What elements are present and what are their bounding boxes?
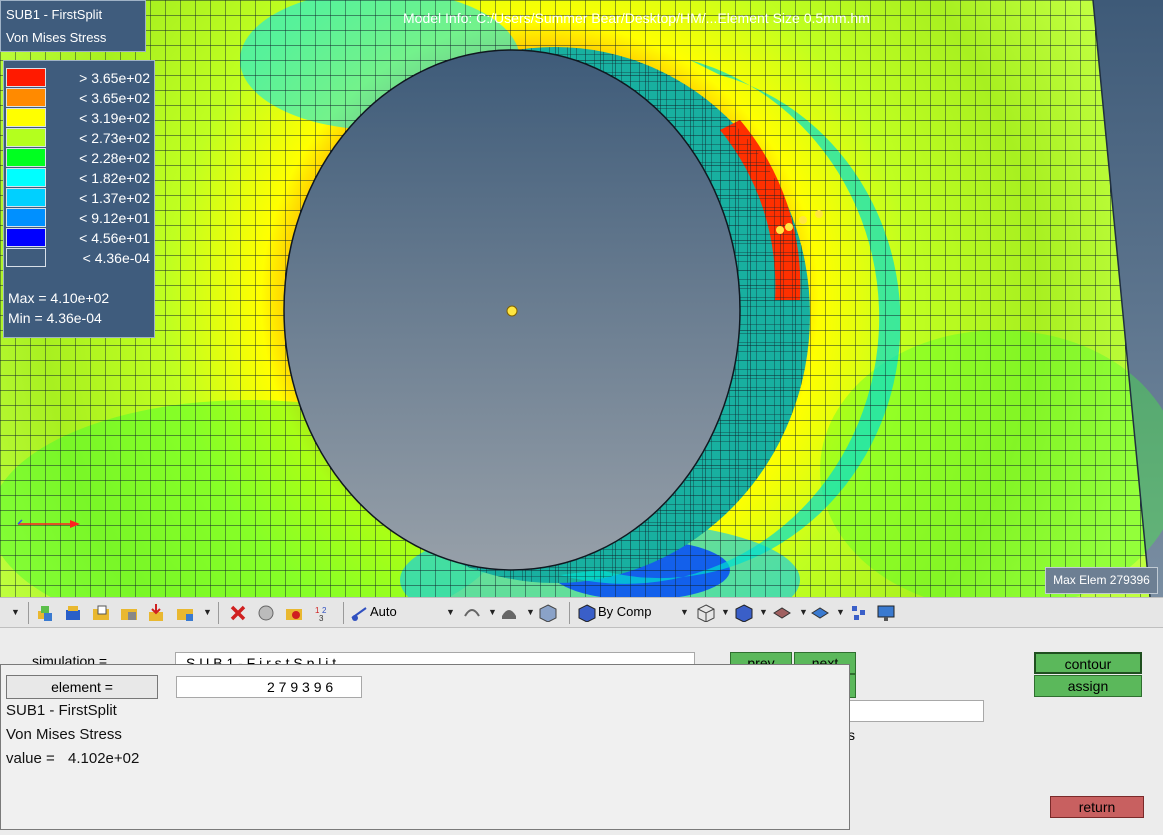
element-button[interactable]: element = (6, 675, 158, 699)
legend-label: < 4.56e+01 (79, 230, 150, 246)
chevron-down-icon[interactable]: ▼ (526, 607, 535, 617)
legend-entry: < 9.12e+01 (6, 208, 152, 228)
shapes-icon[interactable] (257, 604, 275, 622)
element-info-popup: element = 2 7 9 3 9 6 SUB1 - FirstSplit … (0, 664, 850, 830)
legend-swatch (6, 208, 46, 227)
legend-swatch (6, 148, 46, 167)
components-icon[interactable] (36, 604, 54, 622)
popup-subcase: SUB1 - FirstSplit (6, 702, 117, 719)
organize-icon[interactable] (176, 604, 194, 622)
renumber-icon[interactable]: 1 23 (313, 604, 331, 622)
chevron-down-icon[interactable]: ▼ (721, 607, 730, 617)
legend-swatch (6, 248, 46, 267)
contour-legend: > 3.65e+02 < 3.65e+02 < 3.19e+02 < 2.73e+02… (3, 60, 155, 338)
element-plane-icon[interactable] (773, 604, 791, 622)
clear-icon[interactable] (285, 604, 303, 622)
legend-entry: < 2.73e+02 (6, 128, 152, 148)
chevron-down-icon[interactable]: ▼ (203, 607, 212, 617)
legend-swatch (6, 168, 46, 187)
popup-value: 4.102e+02 (68, 750, 140, 767)
shaded-icon[interactable] (500, 604, 518, 622)
legend-min: Min = 4.36e-04 (8, 310, 102, 326)
chevron-down-icon[interactable]: ▼ (11, 607, 20, 617)
legend-max: Max = 4.10e+02 (8, 290, 110, 306)
surface-plane-icon[interactable] (811, 604, 829, 622)
legend-swatch (6, 128, 46, 147)
legend-label: < 4.36e-04 (82, 250, 150, 266)
legend-label: < 3.65e+02 (79, 90, 150, 106)
legend-swatch (6, 88, 46, 107)
monitor-icon[interactable] (877, 604, 895, 622)
element-id-field[interactable]: 2 7 9 3 9 6 (176, 676, 362, 698)
legend-label: < 2.73e+02 (79, 130, 150, 146)
legend-swatch (6, 188, 46, 207)
legend-label: < 1.82e+02 (79, 170, 150, 186)
return-button[interactable]: return (1050, 796, 1144, 818)
mask-icon[interactable] (120, 604, 138, 622)
legend-label: > 3.65e+02 (79, 70, 150, 86)
shaded-elements-icon[interactable] (735, 604, 753, 622)
wireframe-icon[interactable] (697, 604, 715, 622)
header-subcase: SUB1 - FirstSplit (6, 7, 103, 22)
legend-entry: < 4.36e-04 (6, 248, 152, 268)
import-icon[interactable] (148, 604, 166, 622)
svg-text:3: 3 (319, 614, 324, 622)
visual-options-icon[interactable] (463, 604, 481, 622)
max-element-label: Max Elem 279396 (1045, 567, 1158, 594)
legend-entry: < 1.37e+02 (6, 188, 152, 208)
distribute-icon[interactable] (850, 604, 868, 622)
chevron-down-icon[interactable]: ▼ (759, 607, 768, 617)
delete-icon[interactable] (229, 604, 247, 622)
chevron-down-icon[interactable]: ▼ (836, 607, 845, 617)
legend-entry: < 2.28e+02 (6, 148, 152, 168)
result-header-box: SUB1 - FirstSplit Von Mises Stress (0, 0, 146, 52)
chevron-down-icon[interactable]: ▼ (446, 607, 455, 617)
legend-entry: < 1.82e+02 (6, 168, 152, 188)
legend-label: < 3.19e+02 (79, 110, 150, 126)
header-result-type: Von Mises Stress (6, 30, 107, 45)
legend-swatch (6, 68, 46, 87)
model-info: Model Info: C:/Users/Summer Bear/Desktop… (403, 10, 870, 26)
popup-result-type: Von Mises Stress (6, 726, 122, 743)
chevron-down-icon[interactable]: ▼ (680, 607, 689, 617)
popup-value-label: value = (6, 750, 55, 767)
display-mode-select[interactable]: Auto (348, 602, 458, 623)
assign-button[interactable]: assign (1034, 675, 1142, 697)
legend-swatch (6, 108, 46, 127)
legend-label: < 2.28e+02 (79, 150, 150, 166)
legend-entry: < 3.65e+02 (6, 88, 152, 108)
legend-swatch (6, 228, 46, 247)
chevron-down-icon[interactable]: ▼ (488, 607, 497, 617)
fe-mesh-contour-plot (0, 0, 1163, 597)
partial-field[interactable] (848, 700, 984, 722)
chevron-down-icon[interactable]: ▼ (799, 607, 808, 617)
visualization-toolbar: ▼ ▼ 123 Auto ▼ ▼ ▼ By Comp ▼ ▼ ▼ ▼ ▼ (0, 597, 1163, 628)
legend-label: < 1.37e+02 (79, 190, 150, 206)
folder-icon[interactable] (92, 604, 110, 622)
legend-label: < 9.12e+01 (79, 210, 150, 226)
cube-icon[interactable] (539, 604, 557, 622)
legend-entry: > 3.65e+02 (6, 68, 152, 88)
assemblies-icon[interactable] (64, 604, 82, 622)
legend-entry: < 3.19e+02 (6, 108, 152, 128)
color-mode-select[interactable]: By Comp (576, 602, 688, 623)
legend-entry: < 4.56e+01 (6, 228, 152, 248)
contour-button[interactable]: contour (1034, 652, 1142, 674)
graphics-viewport[interactable]: SUB1 - FirstSplit Von Mises Stress Model… (0, 0, 1163, 597)
